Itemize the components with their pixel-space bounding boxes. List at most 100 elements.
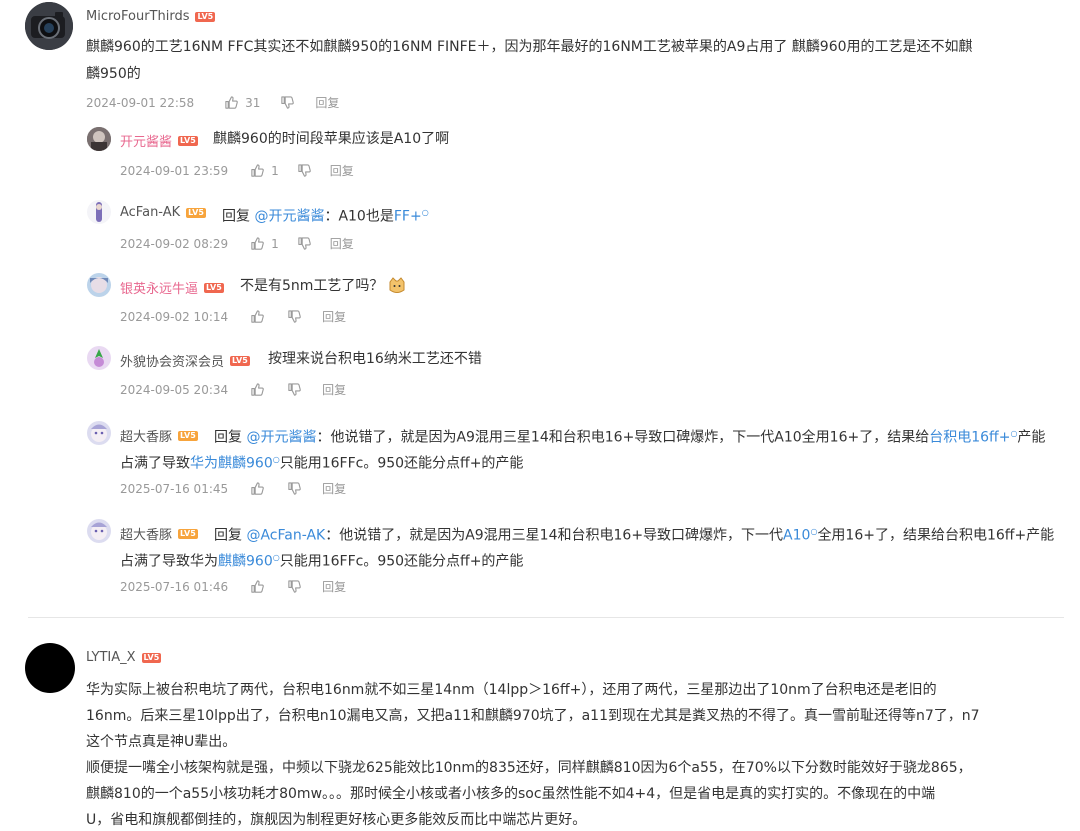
comment-text: 16nm。后来三星10lpp出了，台积电n10漏电又高，又把a11和麒麟970坑… [86,708,980,724]
reply-username[interactable]: 开元酱酱 LV5 [120,131,198,150]
dislike-icon[interactable] [287,382,302,397]
anime-avatar-icon [87,127,111,151]
anime-avatar-icon [87,421,111,445]
anime-avatar-icon [87,519,111,543]
level-badge: LV5 [230,355,250,366]
keyword-link[interactable]: 麒麟960 [218,554,273,570]
search-icon: ○ [272,455,280,464]
mention-link[interactable]: @开元酱酱 [254,209,324,225]
reply-text: 不是有5nm工艺了吗？ [240,275,406,297]
comment-username[interactable]: LYTIA_X LV5 [86,650,162,665]
like-icon[interactable] [250,309,265,324]
level-badge: LV5 [195,11,216,22]
comment-text: 这个节点真是神U辈出。 [86,734,237,750]
reply-button[interactable]: 回复 [330,162,354,179]
dislike-icon[interactable] [280,95,295,110]
avatar[interactable] [87,421,111,445]
avatar[interactable] [87,200,111,224]
reply-prefix: 回复 [222,208,250,225]
level-badge: LV5 [141,652,162,663]
reply-button[interactable]: 回复 [322,308,346,325]
avatar[interactable] [25,2,73,50]
reply-text: 回复 @开元酱酱：他说错了，就是因为A9混用三星14和台积电16+导致口碑爆炸，… [214,429,1046,446]
comment-text: 麟950的 [86,66,141,82]
reply-button[interactable]: 回复 [322,480,346,497]
reply-date: 2024-09-02 10:14 [120,309,229,324]
reply-button[interactable]: 回复 [322,578,346,595]
search-icon: ○ [272,553,280,562]
reply-text: 占满了导致华为麒麟960○只能用16FFc。950还能分点ff+的产能 [120,553,524,570]
comment-text: 麒麟960的工艺16NM FFC其实还不如麒麟950的16NM FINFE＋，因… [86,39,973,55]
dislike-icon[interactable] [297,163,312,178]
like-count: 1 [271,236,279,251]
reply-meta: 2025-07-16 01:45 回复 [120,480,346,497]
reply-button[interactable]: 回复 [330,235,354,252]
level-badge: LV5 [178,430,198,441]
reply-date: 2024-09-05 20:34 [120,382,229,397]
avatar[interactable] [25,643,75,693]
keyword-link[interactable]: FF+ [394,209,422,225]
reply-text: 回复 @AcFan-AK：他说错了，就是因为A9混用三星14和台积电16+导致口… [214,527,1055,544]
like-icon[interactable] [250,481,265,496]
level-badge: LV5 [178,135,198,146]
avatar[interactable] [87,519,111,543]
avatar[interactable] [87,127,111,151]
camera-avatar-icon [25,2,73,50]
comment-username[interactable]: MicroFourThirds LV5 [86,9,216,24]
comment-text: 华为实际上被台积电坑了两代，台积电16nm就不如三星14nm（14lpp＞16f… [86,682,937,698]
like-icon[interactable] [250,382,265,397]
dislike-icon[interactable] [287,579,302,594]
reply-meta: 2024-09-05 20:34 回复 [120,381,346,398]
like-icon[interactable] [250,579,265,594]
reply-date: 2025-07-16 01:45 [120,481,229,496]
reply-prefix: 回复 [214,429,242,446]
reply-meta: 2024-09-01 23:59 1 回复 [120,162,354,179]
comment-meta: 2024-09-01 22:58 31 回复 [86,94,339,111]
dislike-icon[interactable] [297,236,312,251]
anime-avatar-icon [87,346,111,370]
dislike-icon[interactable] [287,309,302,324]
reply-button[interactable]: 回复 [322,381,346,398]
anime-avatar-icon [87,200,111,224]
like-count: 31 [245,95,261,110]
comment-text: 顺便提一嘴全小核架构就是强，中频以下骁龙625能效比10nm的835还好，同样麒… [86,760,972,776]
reply-button[interactable]: 回复 [315,94,339,111]
level-badge: LV5 [178,528,198,539]
reply-text: 按理来说台积电16纳米工艺还不错 [268,351,482,367]
like-icon[interactable] [250,163,265,178]
reply-text: 麒麟960的时间段苹果应该是A10了啊 [213,131,450,147]
reply-username[interactable]: 外貌协会资深会员 LV5 [120,351,250,370]
reply-date: 2024-09-02 08:29 [120,236,229,251]
comment-text: U，省电和旗舰都倒挂的，旗舰因为制程更好核心更多能效反而比中端芯片更好。 [86,812,587,828]
keyword-link[interactable]: 台积电16ff+ [929,430,1010,446]
comment-divider [28,617,1064,618]
reply-username[interactable]: AcFan-AK LV5 [120,205,206,220]
like-count: 1 [271,163,279,178]
reply-text: 回复 @开元酱酱：A10也是FF+○ [222,208,429,225]
avatar[interactable] [87,346,111,370]
reply-username[interactable]: 超大香豚 LV5 [120,426,198,445]
reply-username[interactable]: 银英永远牛逼 LV5 [120,278,224,297]
reply-prefix: 回复 [214,527,242,544]
mention-link[interactable]: @AcFan-AK [246,528,325,544]
reply-text: 占满了导致华为麒麟960○只能用16FFc。950还能分点ff+的产能 [120,455,524,472]
reply-meta: 2024-09-02 10:14 回复 [120,308,346,325]
search-icon: ○ [421,208,429,217]
level-badge: LV5 [186,207,206,218]
like-icon[interactable] [224,95,239,110]
level-badge: LV5 [204,282,224,293]
keyword-link[interactable]: 华为麒麟960 [190,456,273,472]
mention-link[interactable]: @开元酱酱 [246,430,316,446]
reply-date: 2024-09-01 23:59 [120,163,229,178]
dislike-icon[interactable] [287,481,302,496]
reply-date: 2025-07-16 01:46 [120,579,229,594]
reply-meta: 2024-09-02 08:29 1 回复 [120,235,354,252]
like-icon[interactable] [250,236,265,251]
reply-username[interactable]: 超大香豚 LV5 [120,524,198,543]
avatar[interactable] [87,273,111,297]
cat-emoji-icon [388,277,406,295]
comment-text: 麒麟810的一个a55小核功耗才80mw。。。那时候全小核或者小核多的soc虽然… [86,786,936,802]
comment-date: 2024-09-01 22:58 [86,95,195,110]
keyword-link[interactable]: A10 [783,528,810,544]
anime-avatar-icon [87,273,111,297]
